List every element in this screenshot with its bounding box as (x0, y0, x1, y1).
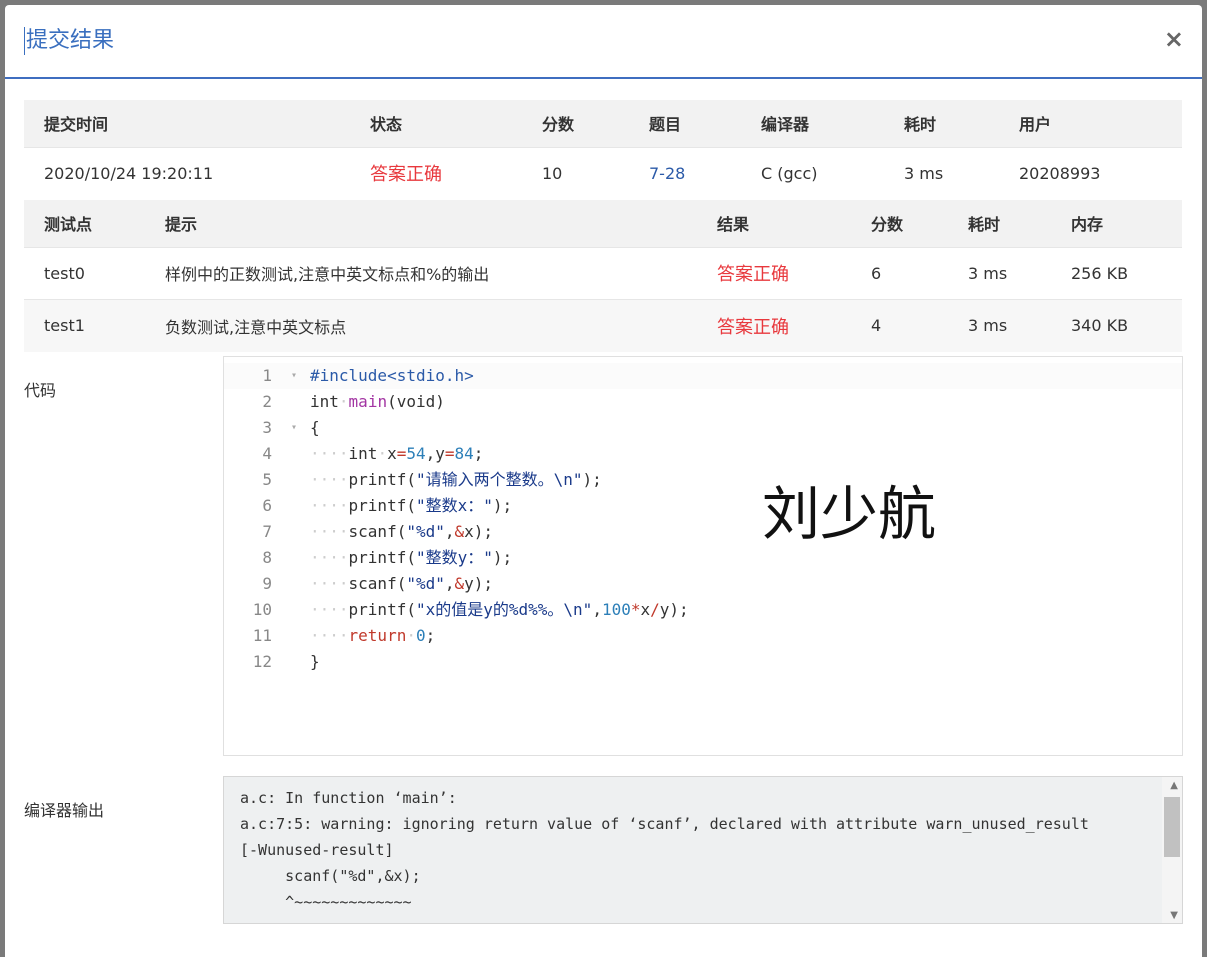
code-text: int·main(void) (310, 392, 445, 411)
code-text: ····return·0; (310, 626, 436, 645)
summary-header-row: 提交时间 状态 分数 题目 编译器 耗时 用户 (24, 100, 1182, 147)
code-text: ····scanf("%d",&x); (310, 522, 494, 541)
close-button[interactable]: × (1164, 25, 1184, 53)
output-line: ^~~~~~~~~~~~~~ (240, 893, 412, 911)
submission-result-dialog: 提交结果 × 提交时间 状态 分数 题目 编译器 耗时 用户 2020/10/2… (5, 5, 1202, 957)
test-score: 6 (871, 263, 882, 283)
code-text: ····int·x=54,y=84; (310, 444, 484, 463)
compiler-output-box[interactable]: a.c: In function ‘main’: a.c:7:5: warnin… (223, 776, 1183, 924)
scroll-down-icon[interactable]: ▼ (1170, 910, 1178, 921)
code-text: ····printf("整数y："); (310, 548, 513, 567)
submit-time: 2020/10/24 19:20:11 (44, 163, 214, 183)
code-text: ····scanf("%d",&y); (310, 574, 494, 593)
line-number: 1 (262, 366, 272, 385)
code-line: 12 } (224, 649, 1182, 675)
line-number: 5 (262, 470, 272, 489)
summary-row: 2020/10/24 19:20:11 答案正确 10 7-28 C (gcc)… (24, 147, 1182, 199)
code-line: 5 ····printf("请输入两个整数。\n"); (224, 467, 1182, 493)
line-number: 12 (252, 652, 272, 671)
compiler-output-label: 编译器输出 (24, 801, 105, 820)
test-id: test1 (44, 316, 85, 336)
code-line: 11 ····return·0; (224, 623, 1182, 649)
line-number: 9 (262, 574, 272, 593)
compiler: C (gcc) (761, 163, 818, 183)
output-line: [-Wunused-result] (240, 841, 394, 859)
header-hint: 提示 (165, 215, 198, 235)
elapsed: 3 ms (904, 163, 944, 183)
test-cases-table: 测试点 提示 结果 分数 耗时 内存 test0 样例中的正数测试,注意中英文标… (24, 200, 1182, 352)
code-line: 4 ····int·x=54,y=84; (224, 441, 1182, 467)
code-label: 代码 (24, 381, 57, 400)
output-line: a.c: In function ‘main’: (240, 789, 457, 807)
test-hint: 样例中的正数测试,注意中英文标点和%的输出 (165, 265, 490, 284)
line-number: 6 (262, 496, 272, 515)
output-line: scanf("%d",&x); (240, 867, 421, 885)
line-number: 3 (262, 418, 272, 437)
header-test-score: 分数 (871, 215, 904, 235)
problem-link[interactable]: 7-28 (629, 147, 741, 199)
status-badge: 答案正确 (370, 164, 442, 186)
code-text: } (310, 652, 320, 671)
line-number: 8 (262, 548, 272, 567)
header-elapsed: 耗时 (904, 115, 937, 135)
line-number: 11 (252, 626, 272, 645)
header-result: 结果 (717, 215, 750, 235)
header-compiler: 编译器 (761, 115, 810, 135)
header-status: 状态 (370, 115, 403, 135)
line-number: 7 (262, 522, 272, 541)
header-submit-time: 提交时间 (44, 115, 109, 135)
code-text: ····printf("x的值是y的%d%%。\n",100*x/y); (310, 600, 689, 619)
test-memory: 256 KB (1071, 263, 1129, 283)
code-line: 1 ▾ #include<stdio.h> (224, 363, 1182, 389)
dialog-title: 提交结果 (24, 27, 115, 55)
code-line: 8 ····printf("整数y："); (224, 545, 1182, 571)
header-score: 分数 (542, 115, 575, 135)
output-line: a.c:7:5: warning: ignoring return value … (240, 815, 1089, 833)
code-line: 9 ····scanf("%d",&y); (224, 571, 1182, 597)
code-text: #include<stdio.h> (310, 366, 474, 385)
summary-table: 提交时间 状态 分数 题目 编译器 耗时 用户 2020/10/24 19:20… (24, 100, 1182, 199)
test-id: test0 (44, 263, 85, 283)
code-line: 3 ▾ { (224, 415, 1182, 441)
test-time: 3 ms (968, 316, 1008, 336)
test-memory: 340 KB (1071, 316, 1129, 336)
user: 20208993 (1019, 163, 1101, 183)
code-line: 7 ····scanf("%d",&x); (224, 519, 1182, 545)
scroll-up-icon[interactable]: ▲ (1170, 780, 1178, 791)
test-result: 答案正确 (717, 264, 789, 285)
code-text: ····printf("请输入两个整数。\n"); (310, 470, 602, 489)
table-row: test0 样例中的正数测试,注意中英文标点和%的输出 答案正确 6 3 ms … (24, 247, 1182, 299)
header-problem: 题目 (649, 115, 682, 135)
dialog-header: 提交结果 × (5, 5, 1202, 79)
test-score: 4 (871, 316, 882, 336)
table-row: test1 负数测试,注意中英文标点 答案正确 4 3 ms 340 KB (24, 299, 1182, 352)
line-number: 4 (262, 444, 272, 463)
output-scrollbar[interactable]: ▲ ▼ (1162, 777, 1182, 923)
line-number: 10 (252, 600, 272, 619)
header-user: 用户 (1019, 115, 1052, 135)
line-number: 2 (262, 392, 272, 411)
scrollbar-thumb[interactable] (1164, 797, 1180, 857)
code-line: 6 ····printf("整数x："); (224, 493, 1182, 519)
header-test-time: 耗时 (968, 215, 1001, 235)
code-line: 10 ····printf("x的值是y的%d%%。\n",100*x/y); (224, 597, 1182, 623)
test-hint: 负数测试,注意中英文标点 (165, 317, 347, 337)
code-text: ····printf("整数x："); (310, 496, 513, 515)
author-watermark: 刘少航 (762, 480, 937, 548)
code-editor[interactable]: 1 ▾ #include<stdio.h> 2 int·main(void) 3… (223, 356, 1183, 756)
tests-header-row: 测试点 提示 结果 分数 耗时 内存 (24, 200, 1182, 247)
code-line: 2 int·main(void) (224, 389, 1182, 415)
header-test-point: 测试点 (44, 215, 93, 235)
fold-arrow-icon[interactable]: ▾ (291, 415, 297, 441)
test-result: 答案正确 (717, 316, 789, 338)
fold-arrow-icon[interactable]: ▾ (291, 363, 297, 389)
score: 10 (542, 163, 563, 183)
header-memory: 内存 (1071, 215, 1104, 235)
test-time: 3 ms (968, 263, 1008, 283)
code-text: { (310, 418, 320, 437)
